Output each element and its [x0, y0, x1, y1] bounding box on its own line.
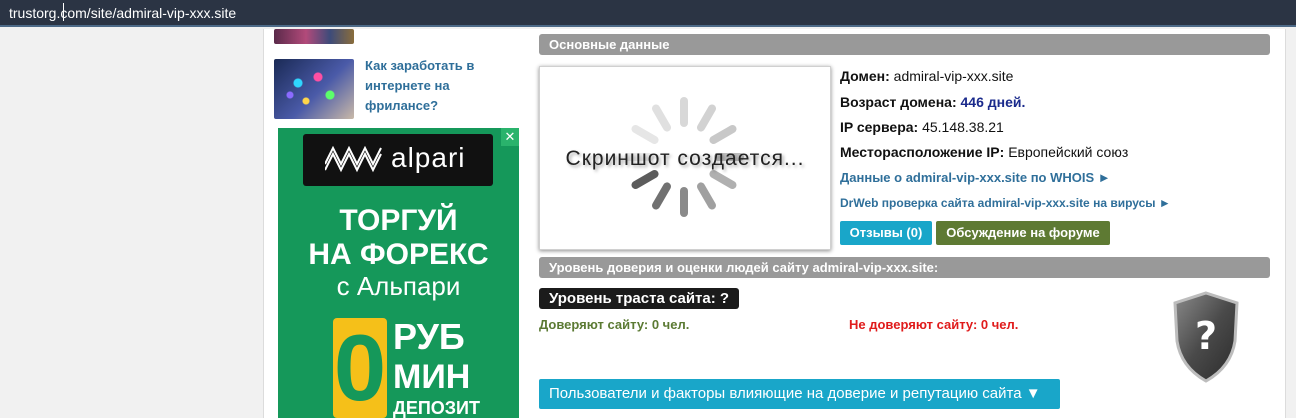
alpari-ad-banner[interactable]: ✕ alpari ТОРГУЙ НА ФОРЕКС с Альпари 0 РУ… [278, 128, 519, 418]
trust-factors-button[interactable]: Пользователи и факторы влияющие на довер… [539, 379, 1060, 409]
page-background [0, 29, 263, 418]
ad-subtitle: с Альпари [336, 271, 461, 301]
ip-location-row: Месторасположение IP: Европейский союз [840, 144, 1128, 160]
ad-close-icon[interactable]: ✕ [501, 128, 519, 146]
article-thumbnail-freelance[interactable] [274, 59, 354, 119]
shield-question-mark: ? [1195, 314, 1217, 358]
server-ip-label: IP сервера: [840, 119, 919, 135]
forum-discussion-button[interactable]: Обсуждение на форуме [936, 221, 1110, 245]
basic-data-header: Основные данные [539, 34, 1270, 55]
ad-headline-line2: НА ФОРЕКС [308, 238, 489, 271]
address-bar[interactable]: trustorg.com/site/admiral-vip-xxx.site [0, 0, 1296, 27]
ad-headline: ТОРГУЙ НА ФОРЕКС [278, 204, 519, 272]
whois-link[interactable]: Данные о admiral-vip-xxx.site по WHOIS ► [840, 170, 1111, 185]
ad-deposit-text: ДЕПОЗИТ [393, 398, 480, 418]
ad-zero-badge: 0 [333, 318, 387, 418]
text-caret [63, 3, 64, 21]
site-screenshot: Скриншот создается... [539, 66, 831, 250]
domain-age-row: Возраст домена: 446 дней. [840, 94, 1025, 110]
server-ip-value: 45.148.38.21 [922, 119, 1004, 135]
shield-question-icon: ? [1173, 291, 1239, 383]
article-link-freelance[interactable]: Как заработать в интернете на фрилансе? [365, 56, 495, 116]
ad-rub-text: РУБ [393, 316, 465, 357]
drweb-link[interactable]: DrWeb проверка сайта admiral-vip-xxx.sit… [840, 196, 1171, 210]
domain-label: Домен: [840, 68, 890, 84]
server-ip-row: IP сервера: 45.148.38.21 [840, 119, 1004, 135]
screenshot-status-text: Скриншот создается... [565, 147, 805, 170]
reviews-button[interactable]: Отзывы (0) [840, 221, 932, 245]
alpari-logo: alpari [303, 134, 493, 186]
ad-headline-line1: ТОРГУЙ [339, 204, 458, 237]
trust-count-positive: Доверяют сайту: 0 чел. [539, 317, 690, 332]
alpari-logo-text: alpari [391, 142, 466, 173]
ad-min-text: МИН [393, 358, 471, 396]
page-content: Как заработать в интернете на фрилансе? … [263, 29, 1286, 418]
ip-location-value: Европейский союз [1008, 144, 1129, 160]
trust-level-header: Уровень доверия и оценки людей сайту adm… [539, 257, 1270, 278]
url-text[interactable]: trustorg.com/site/admiral-vip-xxx.site [9, 5, 236, 21]
ip-location-label: Месторасположение IP: [840, 144, 1005, 160]
domain-age-label: Возраст домена: [840, 94, 957, 110]
domain-value: admiral-vip-xxx.site [893, 68, 1014, 84]
trust-count-negative: Не доверяют сайту: 0 чел. [849, 317, 1019, 332]
domain-age-value: 446 дней. [960, 94, 1026, 110]
domain-row: Домен: admiral-vip-xxx.site [840, 68, 1013, 84]
alpari-wave-icon [325, 146, 382, 173]
article-thumbnail-top[interactable] [274, 29, 354, 44]
trust-level-badge: Уровень траста сайта: ? [539, 288, 740, 309]
